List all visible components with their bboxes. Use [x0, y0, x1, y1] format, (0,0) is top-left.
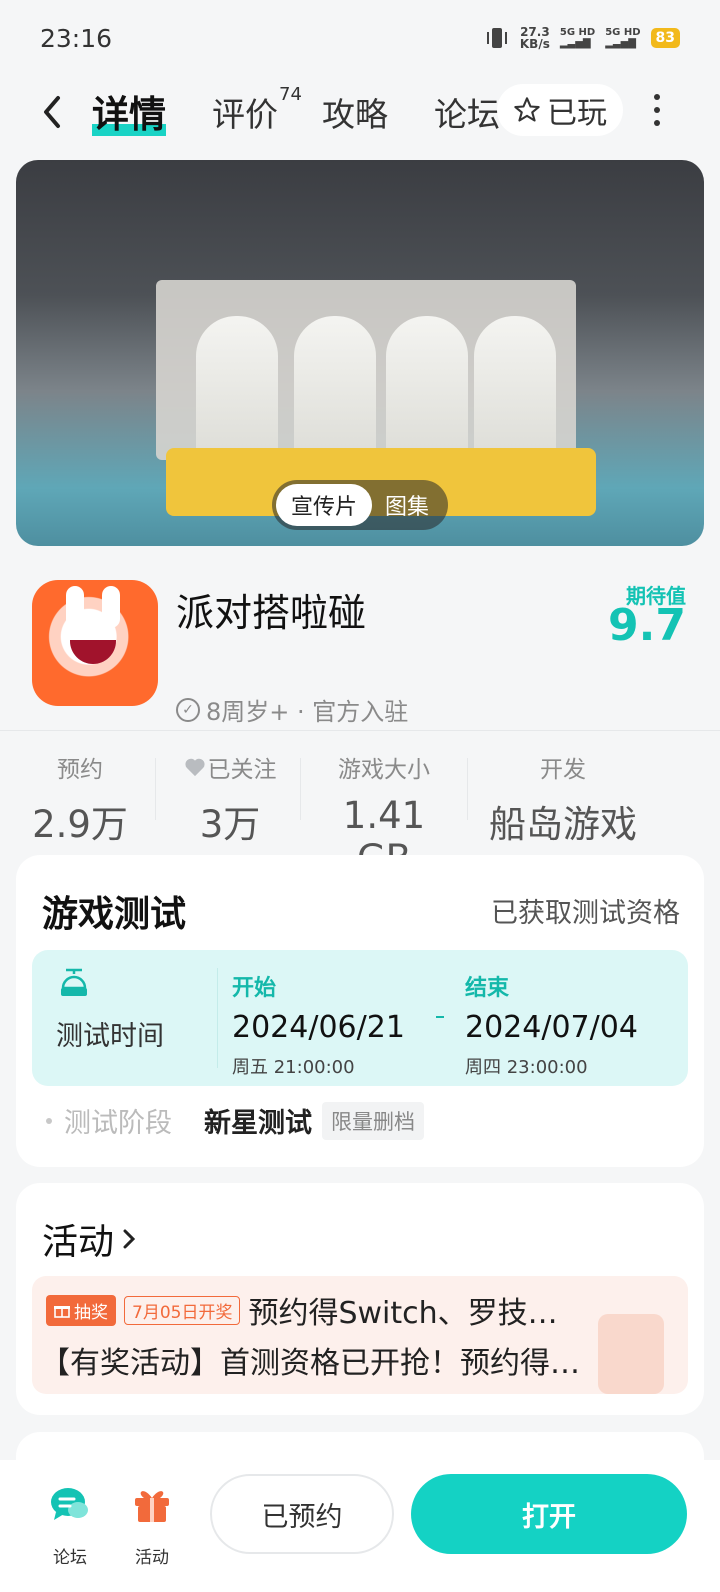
- tab-guide[interactable]: 攻略: [322, 88, 388, 136]
- bottom-forum[interactable]: 论坛: [40, 1482, 100, 1568]
- stat-reservations: 预约 2.9万: [32, 757, 128, 846]
- verified-check-icon: ✓: [176, 697, 200, 722]
- tab-detail[interactable]: 详情: [92, 84, 166, 138]
- date-range-dash: [436, 1016, 444, 1018]
- test-time-box: 测试时间 开始 2024/06/21 周五 21:00:00 结束 2024/0…: [32, 950, 688, 1086]
- beta-icon: [61, 968, 87, 996]
- test-title: 游戏测试: [42, 894, 187, 935]
- game-app-icon: [32, 580, 158, 706]
- back-arrow-icon[interactable]: [38, 92, 68, 132]
- video-tab[interactable]: 宣传片: [276, 484, 372, 526]
- stat-followers[interactable]: 已关注 3万: [170, 750, 290, 848]
- signal-1: 5G HD ▂▃▅▇: [559, 27, 596, 49]
- stat-developer[interactable]: 开发 船岛游戏: [478, 750, 648, 848]
- forum-chat-icon: [51, 1488, 88, 1520]
- media-toggle: 宣传片 图集: [272, 480, 448, 530]
- stage-tag: 限量删档: [322, 1101, 424, 1140]
- activity-card: 活动 抽奖 7月05日开奖 预约得Switch、罗技… 【有奖活动】首测资格已开…: [16, 1183, 704, 1415]
- heart-icon: [184, 758, 205, 777]
- star-outline-icon: [514, 97, 540, 122]
- gift-watermark-icon: [598, 1314, 664, 1394]
- tab-review[interactable]: 评价74: [212, 84, 302, 136]
- test-time-label: 测试时间: [56, 1021, 164, 1052]
- draw-date-tag: 7月05日开奖: [124, 1295, 241, 1325]
- status-bar: 23:16 27.3 KB/s 5G HD ▂▃▅▇ 5G HD ▂▃▅▇ 83: [0, 0, 720, 78]
- played-button[interactable]: 已玩: [497, 84, 623, 136]
- more-options-icon[interactable]: [652, 94, 662, 126]
- test-stage: 测试阶段 新星测试 限量删档: [46, 1101, 424, 1140]
- banner-figure: [196, 316, 278, 466]
- gift-icon: [54, 1306, 70, 1318]
- signal-2: 5G HD ▂▃▅▇: [605, 27, 641, 49]
- test-end: 结束 2024/07/04 周四 23:00:00: [465, 976, 638, 1078]
- open-button[interactable]: 打开: [411, 1474, 687, 1554]
- game-test-card: 游戏测试 已获取测试资格 测试时间 开始 2024/06/21 周五 21:00…: [16, 855, 704, 1167]
- bottom-action-bar: 论坛 活动 已预约 打开: [0, 1460, 720, 1592]
- activity-line-2: 【有奖活动】首测资格已开抢！预约得…: [40, 1346, 580, 1381]
- banner-figure: [386, 316, 468, 466]
- vibrate-icon: [486, 28, 507, 48]
- status-time: 23:16: [40, 24, 113, 53]
- stats-row: 预约 2.9万 已关注 3万 游戏大小 1.41 GB 开发 船岛游戏: [0, 750, 720, 880]
- gift-box-icon: [135, 1491, 169, 1522]
- top-nav: 详情 评价74 攻略 论坛 已玩: [0, 80, 720, 144]
- activity-item[interactable]: 抽奖 7月05日开奖 预约得Switch、罗技… 【有奖活动】首测资格已开抢！预…: [32, 1276, 688, 1394]
- lottery-tag: 抽奖: [46, 1294, 116, 1326]
- net-speed: 27.3 KB/s: [519, 25, 550, 51]
- test-qualified-status[interactable]: 已获取测试资格: [491, 891, 680, 930]
- expect-score: 9.7: [608, 600, 686, 651]
- review-count: 74: [279, 84, 302, 105]
- game-title: 派对搭啦碰: [176, 591, 367, 635]
- tab-forum[interactable]: 论坛: [434, 88, 500, 136]
- reserved-button[interactable]: 已预约: [210, 1474, 394, 1554]
- status-icons: 27.3 KB/s 5G HD ▂▃▅▇ 5G HD ▂▃▅▇ 83: [484, 26, 680, 50]
- divider: [0, 730, 720, 731]
- bottom-activity[interactable]: 活动: [122, 1482, 182, 1568]
- chevron-right-icon: [123, 1229, 136, 1249]
- game-meta: ✓ 8周岁+ · 官方入驻: [176, 692, 408, 727]
- activity-title[interactable]: 活动: [42, 1213, 138, 1265]
- battery-indicator: 83: [650, 28, 680, 48]
- banner-figure: [294, 316, 376, 466]
- gallery-tab[interactable]: 图集: [372, 484, 442, 526]
- activity-line-1: 预约得Switch、罗技…: [248, 1296, 558, 1331]
- banner-figure: [474, 316, 556, 466]
- promo-banner[interactable]: 宣传片 图集: [16, 160, 704, 546]
- test-start: 开始 2024/06/21 周五 21:00:00: [232, 976, 405, 1078]
